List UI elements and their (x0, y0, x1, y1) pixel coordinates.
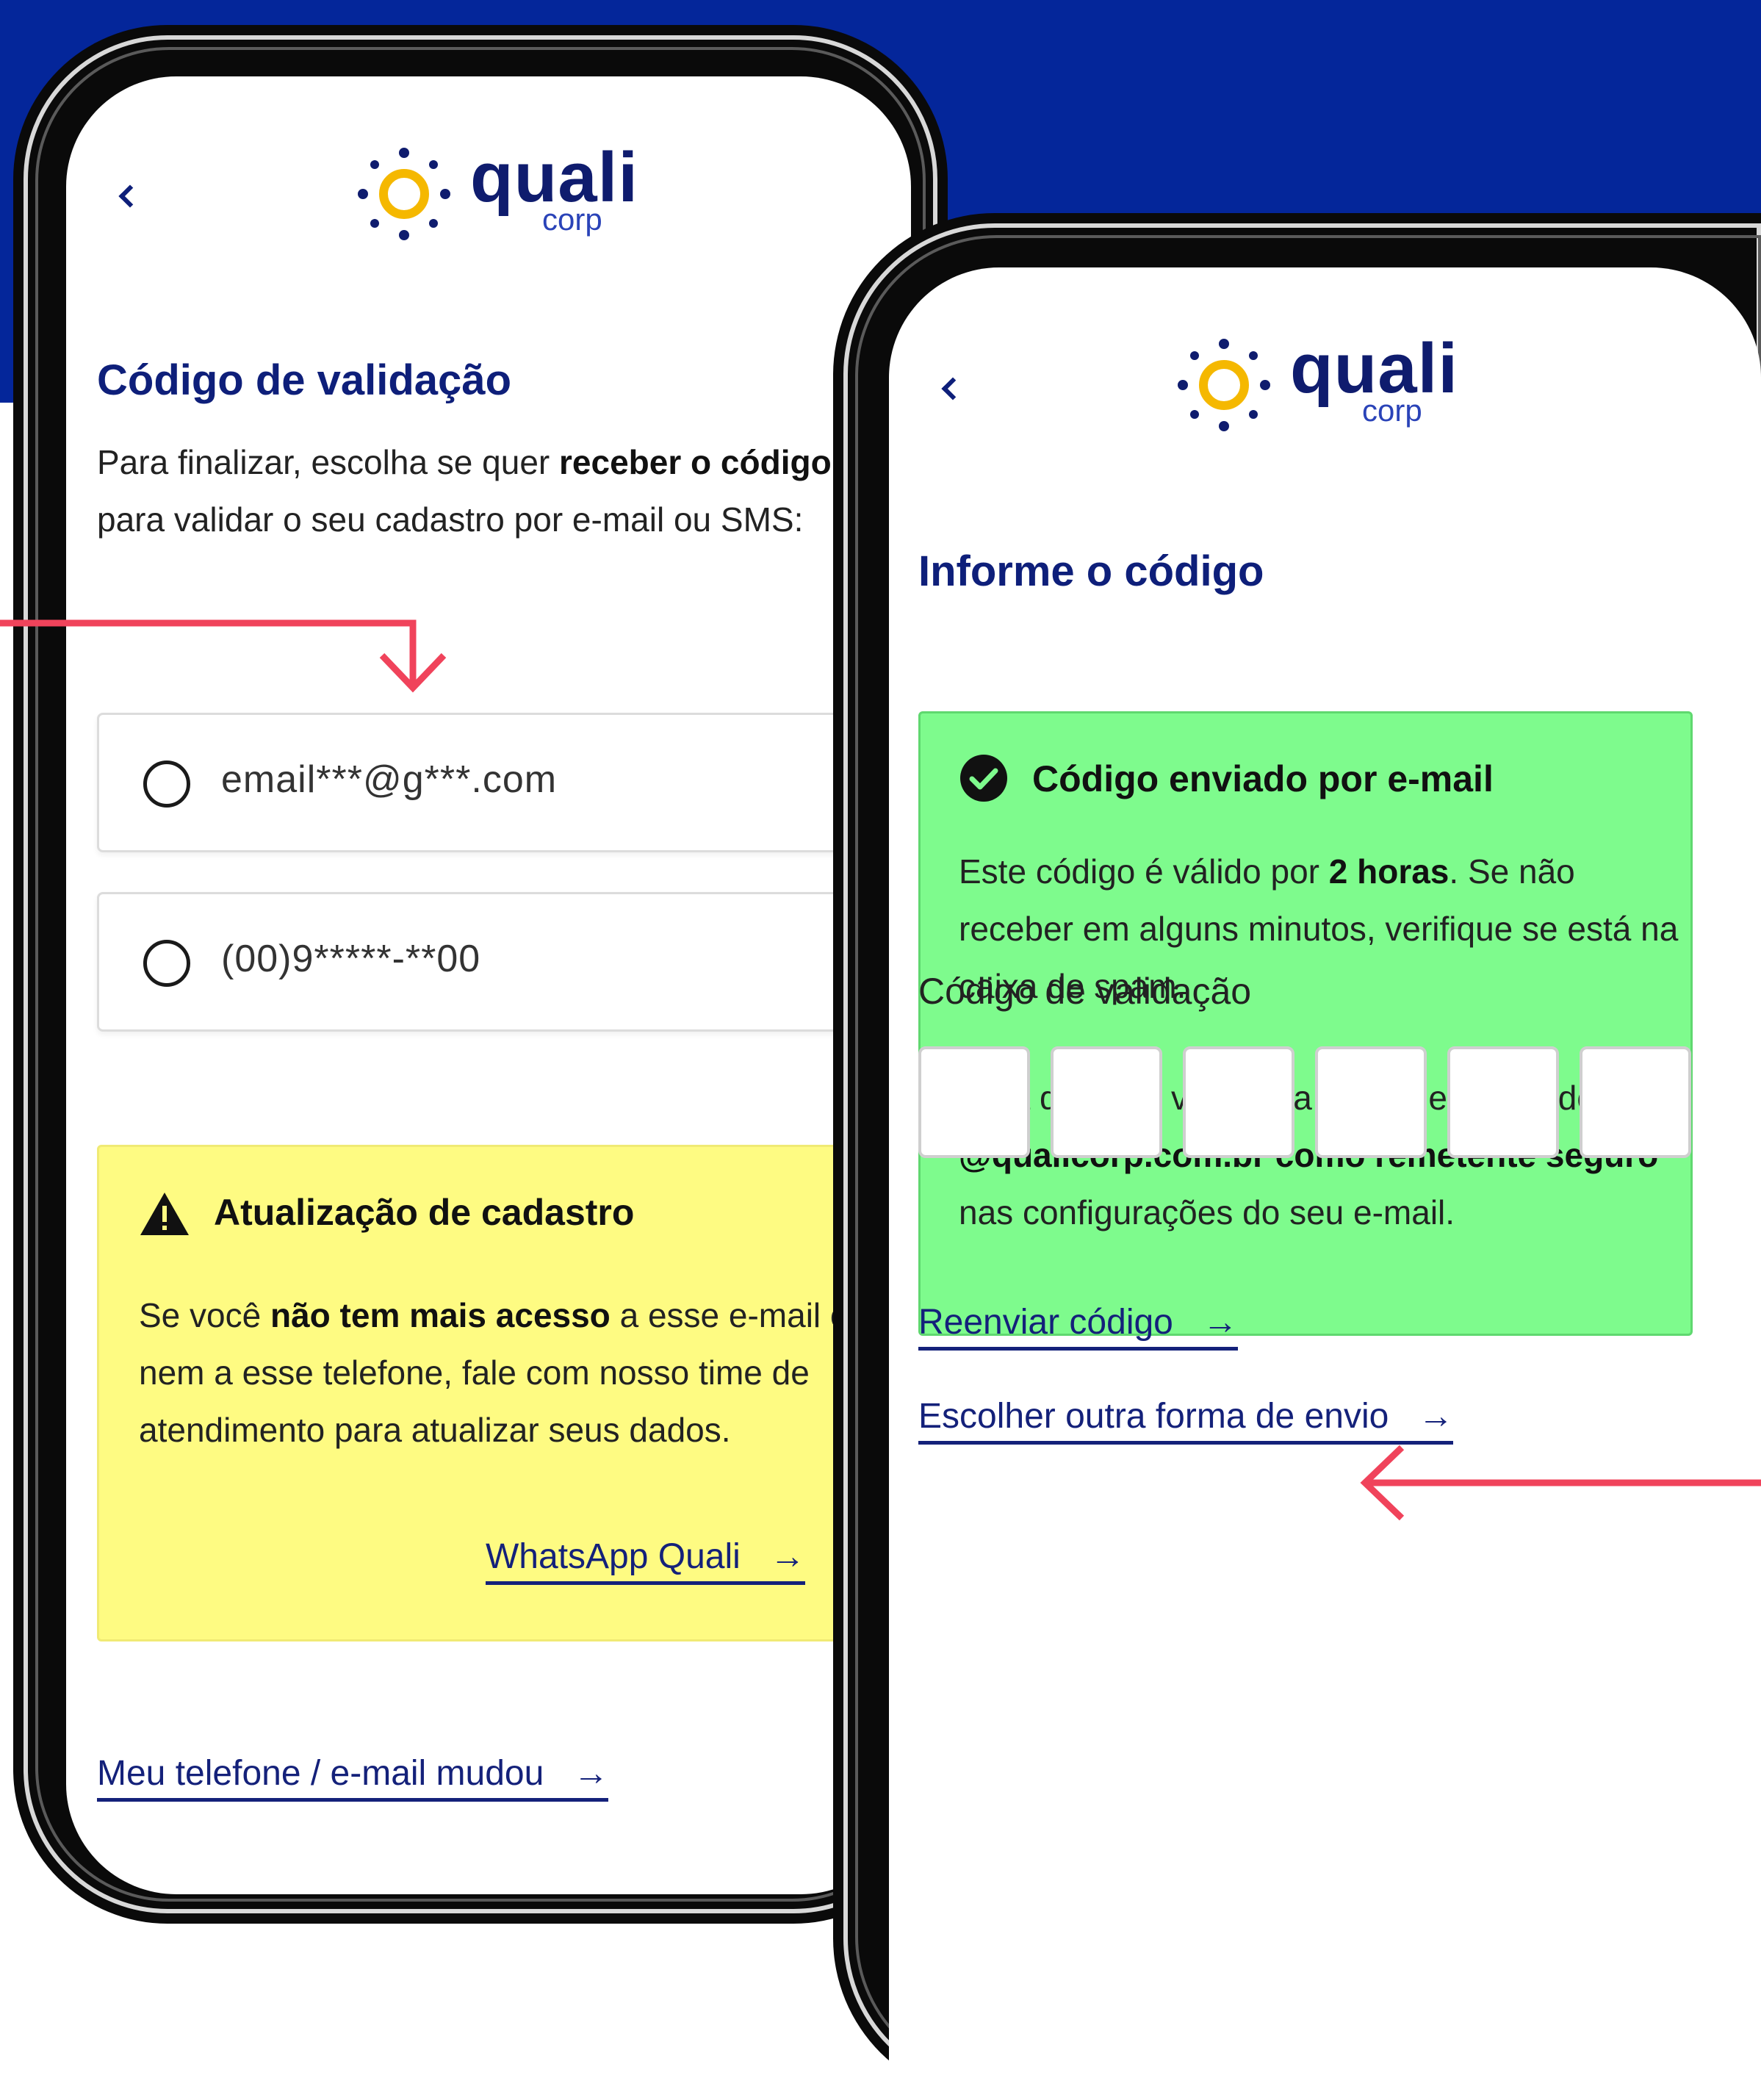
sun-logo-icon (358, 148, 450, 240)
page-title: Código de validação (97, 356, 511, 404)
other-method-link[interactable]: Escolher outra forma de envio → (918, 1396, 1454, 1445)
code-digit-input[interactable] (1183, 1046, 1294, 1158)
resend-code-link[interactable]: Reenviar código → (918, 1302, 1238, 1351)
arrow-right-icon: → (573, 1754, 609, 1793)
chevron-left-icon[interactable] (118, 184, 142, 208)
alert-title: Atualização de cadastro (214, 1192, 635, 1233)
option-email-label: email***@g***.com (221, 758, 558, 801)
radio-email[interactable] (143, 760, 190, 808)
sun-logo-icon (1178, 339, 1270, 431)
screen-left: quali corp Código de validação Para fina… (66, 76, 911, 1894)
contact-changed-link[interactable]: Meu telefone / e-mail mudou → (97, 1753, 609, 1802)
arrow-right-icon: → (1418, 1397, 1454, 1436)
check-circle-icon (960, 755, 1007, 802)
update-alert: Atualização de cadastro Se você não tem … (97, 1145, 911, 1641)
code-digit-input[interactable] (1315, 1046, 1427, 1158)
warning-triangle-icon (140, 1193, 189, 1235)
intro-text: Para finalizar, escolha se quer receber … (97, 443, 832, 539)
page-title: Informe o código (918, 547, 1264, 595)
logo-sub: corp (542, 202, 602, 237)
code-label: Código de validação (918, 971, 1252, 1012)
code-digit-input[interactable] (1051, 1046, 1162, 1158)
logo: quali corp (353, 143, 647, 245)
arrow-right-icon: → (769, 1537, 805, 1576)
callout-arrow-down-icon (0, 619, 447, 693)
chevron-left-icon[interactable] (941, 377, 965, 400)
radio-sms[interactable] (143, 940, 190, 987)
logo-sub: corp (1362, 393, 1422, 428)
option-sms-label: (00)9*****-**00 (221, 938, 481, 980)
arrow-right-icon: → (1202, 1303, 1238, 1342)
alert-title: Código enviado por e-mail (1032, 758, 1494, 799)
code-digit-input[interactable] (918, 1046, 1030, 1158)
whatsapp-link[interactable]: WhatsApp Quali → (486, 1536, 805, 1585)
logo: quali corp (1173, 334, 1466, 436)
screen-right: quali corp Informe o código Código envia… (889, 267, 1761, 2100)
callout-arrow-left-icon (1360, 1445, 1761, 1521)
option-email[interactable]: email***@g***.com (97, 713, 911, 852)
code-sent-alert: Código enviado por e-mail Este código é … (918, 711, 1693, 1336)
code-digit-input[interactable] (1447, 1046, 1559, 1158)
alert-text: Se você não tem mais acesso a esse e-mai… (139, 1296, 849, 1449)
code-digit-input[interactable] (1580, 1046, 1691, 1158)
option-sms[interactable]: (00)9*****-**00 (97, 892, 911, 1032)
